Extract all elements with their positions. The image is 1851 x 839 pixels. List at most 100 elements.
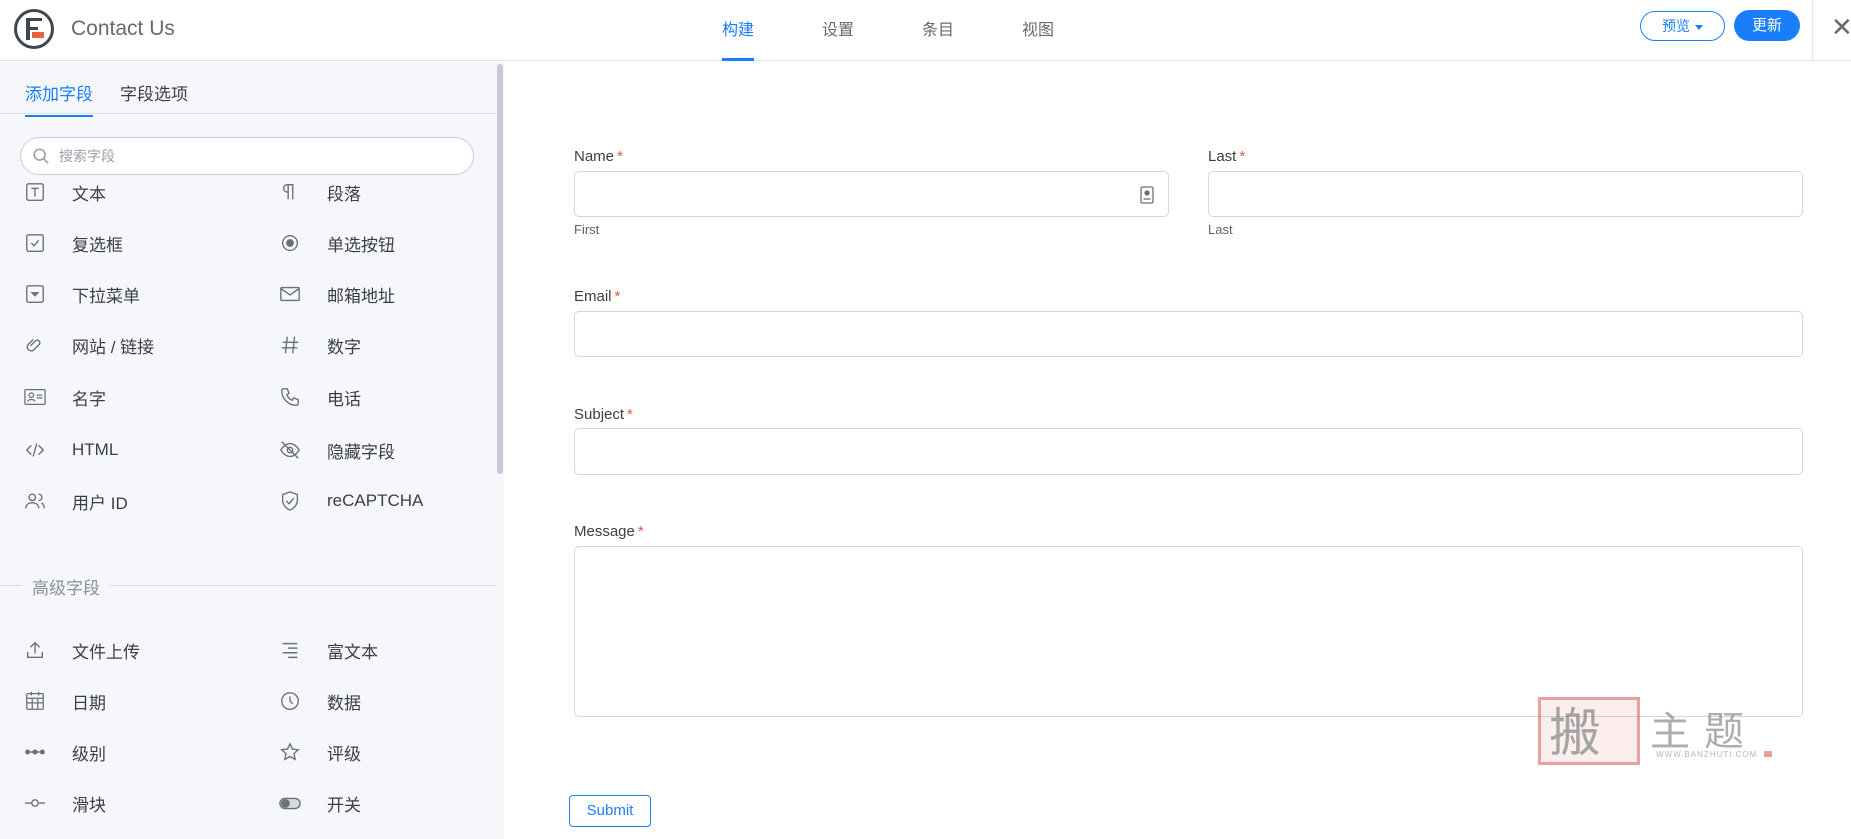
field-label: 开关 xyxy=(327,795,361,815)
field-radio[interactable]: 单选按钮 xyxy=(278,228,395,258)
required-asterisk: * xyxy=(627,406,633,423)
preview-button[interactable]: 预览 xyxy=(1640,11,1725,41)
advanced-fields-title: 高级字段 xyxy=(32,579,100,598)
update-button[interactable]: 更新 xyxy=(1734,10,1800,41)
search-input[interactable] xyxy=(59,143,459,169)
field-html[interactable]: HTML xyxy=(23,435,118,465)
tab-add-fields[interactable]: 添加字段 xyxy=(25,80,93,117)
field-label: 数据 xyxy=(327,693,361,713)
field-label: 评级 xyxy=(327,744,361,764)
watermark-text: 主题 xyxy=(1650,709,1758,755)
field-level[interactable]: 级别 xyxy=(23,737,106,767)
tab-views[interactable]: 视图 xyxy=(1022,0,1054,61)
tab-build[interactable]: 构建 xyxy=(722,0,755,61)
preview-label: 预览 xyxy=(1662,18,1690,34)
id-card-icon xyxy=(23,385,47,409)
field-hidden[interactable]: 隐藏字段 xyxy=(278,435,395,465)
field-data[interactable]: 数据 xyxy=(278,686,361,716)
field-label: 邮箱地址 xyxy=(327,286,395,306)
field-toggle[interactable]: 开关 xyxy=(278,788,361,818)
tab-field-options[interactable]: 字段选项 xyxy=(120,80,188,115)
message-textarea[interactable] xyxy=(574,546,1803,717)
email-field-label: Email * xyxy=(574,288,621,305)
field-label: 复选框 xyxy=(72,235,123,255)
phone-icon xyxy=(278,385,302,409)
field-paragraph[interactable]: 段落 xyxy=(278,177,361,207)
watermark: 搬 主题 WWW.BANZHUTI.COM xyxy=(1538,697,1772,767)
top-bar: Contact Us 构建 设置 条目 视图 预览 更新 ✕ xyxy=(0,0,1851,61)
close-icon[interactable]: ✕ xyxy=(1831,12,1851,42)
field-label: 用户 ID xyxy=(72,493,128,513)
level-dots-icon xyxy=(23,740,47,764)
sidebar-scrollbar[interactable] xyxy=(497,64,503,474)
first-name-input[interactable] xyxy=(574,171,1169,217)
field-rating[interactable]: 评级 xyxy=(278,737,361,767)
field-label: 隐藏字段 xyxy=(327,442,395,462)
last-name-input[interactable] xyxy=(1208,171,1803,217)
field-label: 日期 xyxy=(72,693,106,713)
field-email[interactable]: 邮箱地址 xyxy=(278,279,395,309)
watermark-url: WWW.BANZHUTI.COM xyxy=(1656,750,1758,759)
text-icon xyxy=(23,180,47,204)
last-name-sublabel: Last xyxy=(1208,222,1233,237)
fluent-forms-logo-icon[interactable] xyxy=(14,9,54,49)
clock-icon xyxy=(278,689,302,713)
field-label: 文本 xyxy=(72,184,106,204)
field-label: 单选按钮 xyxy=(327,235,395,255)
star-icon xyxy=(278,740,302,764)
slider-icon xyxy=(23,791,47,815)
radio-icon xyxy=(278,231,302,255)
align-right-icon xyxy=(278,638,302,662)
field-file-upload[interactable]: 文件上传 xyxy=(23,635,140,665)
search-box xyxy=(20,137,474,175)
sidebar-tabs: 添加字段 字段选项 xyxy=(0,62,496,117)
first-name-sublabel: First xyxy=(574,222,600,237)
search-icon xyxy=(33,148,49,164)
field-recaptcha[interactable]: reCAPTCHA xyxy=(278,486,423,516)
required-asterisk: * xyxy=(637,523,644,540)
dropdown-icon xyxy=(23,282,47,306)
users-icon xyxy=(23,489,47,513)
hash-icon xyxy=(278,333,302,357)
field-slider[interactable]: 滑块 xyxy=(23,788,106,818)
field-rich-text[interactable]: 富文本 xyxy=(278,635,378,665)
calendar-icon xyxy=(23,689,47,713)
field-dropdown[interactable]: 下拉菜单 xyxy=(23,279,140,309)
field-label: 数字 xyxy=(327,337,361,357)
eye-off-icon xyxy=(278,438,302,462)
field-label: 级别 xyxy=(72,744,106,764)
required-asterisk: * xyxy=(1239,148,1246,165)
field-label: 网站 / 链接 xyxy=(72,337,155,357)
field-label: 滑块 xyxy=(72,795,106,815)
email-input[interactable] xyxy=(574,311,1803,357)
paragraph-icon xyxy=(278,180,302,204)
required-asterisk: * xyxy=(617,148,623,165)
field-name[interactable]: 名字 xyxy=(23,382,106,412)
field-phone[interactable]: 电话 xyxy=(278,382,361,412)
watermark-seal: 搬 xyxy=(1538,697,1640,765)
last-field-label: Last * xyxy=(1208,148,1246,165)
field-label: 下拉菜单 xyxy=(72,286,140,306)
field-website-link[interactable]: 网站 / 链接 xyxy=(23,330,154,360)
message-field-label: Message * xyxy=(574,523,644,540)
tab-entries[interactable]: 条目 xyxy=(922,0,954,61)
submit-button[interactable]: Submit xyxy=(569,795,651,827)
field-number[interactable]: 数字 xyxy=(278,330,361,360)
subject-field-label: Subject * xyxy=(574,406,633,423)
field-label: 电话 xyxy=(327,389,361,409)
field-checkbox[interactable]: 复选框 xyxy=(23,228,123,258)
subject-input[interactable] xyxy=(574,428,1803,475)
field-label: reCAPTCHA xyxy=(327,491,424,510)
caret-down-icon xyxy=(1695,24,1703,30)
field-date[interactable]: 日期 xyxy=(23,686,106,716)
advanced-fields-heading: 高级字段 xyxy=(0,573,496,598)
field-user-id[interactable]: 用户 ID xyxy=(23,486,128,516)
field-sidebar: 添加字段 字段选项 文本 段落 复选框 单选按钮 下拉菜单 xyxy=(0,62,504,839)
divider xyxy=(1812,0,1813,61)
field-text[interactable]: 文本 xyxy=(23,177,106,207)
upload-icon xyxy=(23,638,47,662)
form-title: Contact Us xyxy=(71,17,175,40)
tab-settings[interactable]: 设置 xyxy=(822,0,854,61)
field-label: 文件上传 xyxy=(72,642,140,662)
checkbox-icon xyxy=(23,231,47,255)
